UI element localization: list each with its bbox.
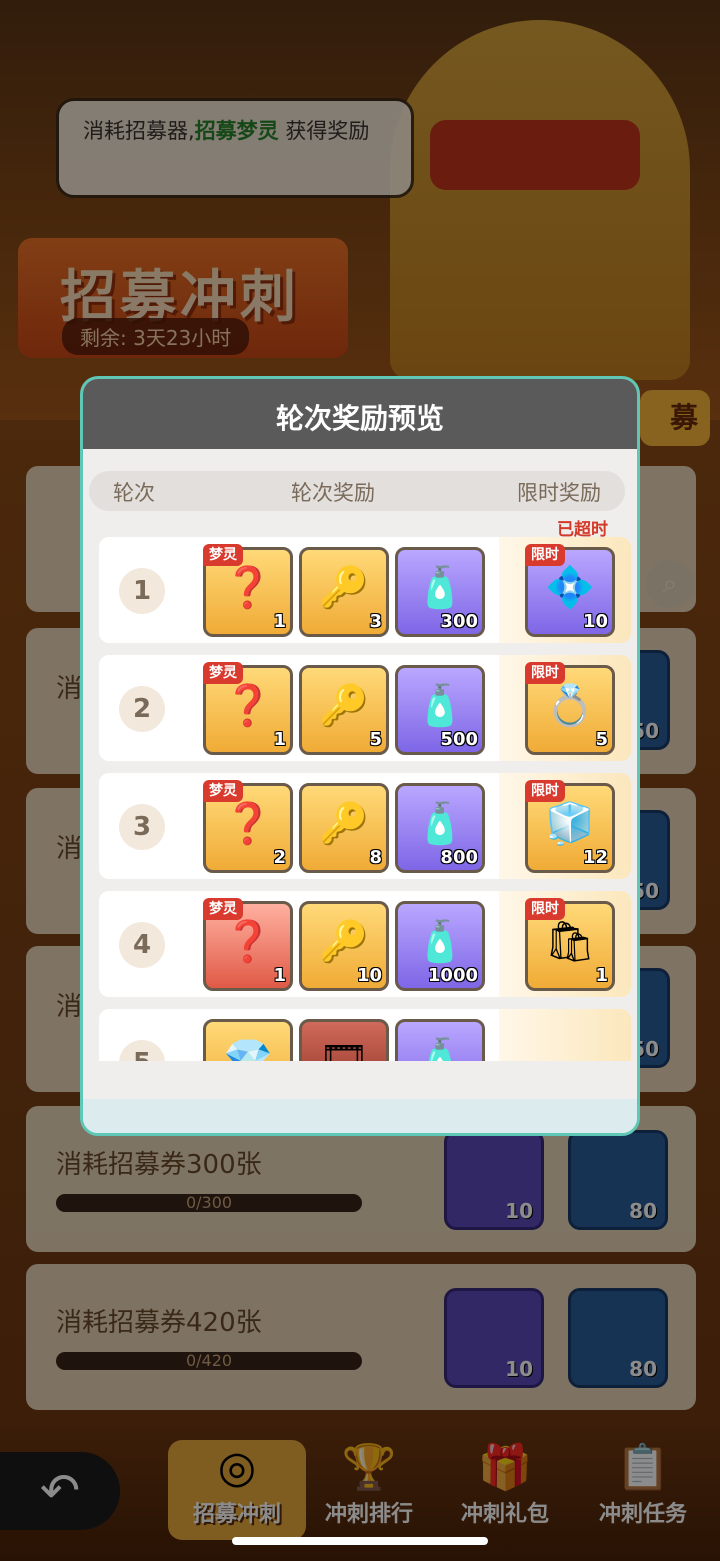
diamond-item[interactable]: 💎: [203, 1019, 293, 1061]
crystal-crown-icon: 💠: [545, 565, 595, 611]
item-qty: 10: [356, 965, 382, 986]
item-qty: 5: [595, 729, 608, 750]
star-key-icon: 🔑: [319, 565, 369, 611]
star-key-item[interactable]: 🔑 3: [299, 547, 389, 637]
chest-icon: ❓: [223, 801, 273, 847]
round-row: 5 💎 🎞 🧴: [99, 1009, 631, 1061]
reward-list[interactable]: 1 梦灵 ❓ 1 🔑 3 🧴 300 限时 💠 10 2 梦灵 ❓ 1 🔑 5 …: [99, 537, 631, 1061]
dialog-footer: [83, 1099, 637, 1133]
header-limited-rewards: 限时奖励: [517, 481, 601, 505]
item-qty: 8: [369, 847, 382, 868]
round-reward-preview-dialog: 轮次奖励预览 轮次 轮次奖励 限时奖励 已超时 1 梦灵 ❓ 1 🔑 3 🧴 3…: [80, 376, 640, 1136]
star-key-icon: 🔑: [319, 801, 369, 847]
dream-tag: 梦灵: [203, 662, 243, 684]
header-round: 轮次: [113, 481, 155, 505]
item-qty: 1: [273, 965, 286, 986]
chest-item[interactable]: 梦灵 ❓ 1: [203, 544, 293, 637]
diamond-icon: 💎: [223, 1037, 273, 1061]
film-card-item[interactable]: 🎞: [299, 1019, 389, 1061]
potion-item[interactable]: 🧴 800: [395, 783, 485, 873]
dream-tag: 梦灵: [203, 898, 243, 920]
round-row: 2 梦灵 ❓ 1 🔑 5 🧴 500 限时 💍 5: [99, 655, 631, 761]
star-key-icon: 🔑: [319, 683, 369, 729]
dream-tag: 梦灵: [203, 544, 243, 566]
star-key-item[interactable]: 🔑 5: [299, 665, 389, 755]
item-qty: 5: [369, 729, 382, 750]
item-qty: 800: [440, 847, 478, 868]
item-qty: 1: [273, 729, 286, 750]
diamond-ring-icon: 💍: [545, 683, 595, 729]
potion-icon: 🧴: [415, 919, 465, 965]
chest-item[interactable]: 梦灵 ❓ 1: [203, 662, 293, 755]
potion-item[interactable]: 🧴 300: [395, 547, 485, 637]
limited-tag: 限时: [525, 662, 565, 684]
limited-item[interactable]: 限时 🛍 1: [525, 898, 615, 991]
star-key-item[interactable]: 🔑 8: [299, 783, 389, 873]
dream-tag: 梦灵: [203, 780, 243, 802]
potion-icon: 🧴: [415, 565, 465, 611]
item-qty: 300: [440, 611, 478, 632]
round-row: 1 梦灵 ❓ 1 🔑 3 🧴 300 限时 💠 10: [99, 537, 631, 643]
potion-icon: 🧴: [415, 1037, 465, 1061]
potion-item[interactable]: 🧴 1000: [395, 901, 485, 991]
chest-item[interactable]: 梦灵 ❓ 1: [203, 898, 293, 991]
round-number: 4: [119, 922, 165, 968]
item-qty: 12: [582, 847, 608, 868]
potion-icon: 🧴: [415, 683, 465, 729]
dialog-title: 轮次奖励预览: [275, 402, 444, 435]
item-qty: 3: [369, 611, 382, 632]
item-qty: 10: [582, 611, 608, 632]
item-qty: 1000: [427, 965, 478, 986]
header-round-rewards: 轮次奖励: [291, 481, 375, 505]
potion-icon: 🧴: [415, 801, 465, 847]
rainbow-cube-icon: 🧊: [545, 801, 595, 847]
limited-tag: 限时: [525, 898, 565, 920]
potion-item[interactable]: 🧴 500: [395, 665, 485, 755]
chest-item[interactable]: 梦灵 ❓ 2: [203, 780, 293, 873]
chest-icon: ❓: [223, 565, 273, 611]
item-qty: 1: [595, 965, 608, 986]
item-qty: 2: [273, 847, 286, 868]
limited-item[interactable]: 限时 💍 5: [525, 662, 615, 755]
round-number: 3: [119, 804, 165, 850]
limited-tag: 限时: [525, 544, 565, 566]
gift-bag-icon: 🛍: [544, 919, 596, 965]
limited-item[interactable]: 限时 🧊 12: [525, 780, 615, 873]
item-qty: 1: [273, 611, 286, 632]
limited-item[interactable]: 限时 💠 10: [525, 544, 615, 637]
limited-tag: 限时: [525, 780, 565, 802]
film-card-icon: 🎞: [318, 1037, 370, 1061]
round-number: 5: [119, 1040, 165, 1061]
chest-icon: ❓: [223, 919, 273, 965]
item-qty: 500: [440, 729, 478, 750]
round-number: 2: [119, 686, 165, 732]
round-number: 1: [119, 568, 165, 614]
potion-item[interactable]: 🧴: [395, 1019, 485, 1061]
round-row: 4 梦灵 ❓ 1 🔑 10 🧴 1000 限时 🛍 1: [99, 891, 631, 997]
star-key-item[interactable]: 🔑 10: [299, 901, 389, 991]
chest-icon: ❓: [223, 683, 273, 729]
home-indicator[interactable]: [232, 1537, 488, 1545]
star-key-icon: 🔑: [319, 919, 369, 965]
round-row: 3 梦灵 ❓ 2 🔑 8 🧴 800 限时 🧊 12: [99, 773, 631, 879]
